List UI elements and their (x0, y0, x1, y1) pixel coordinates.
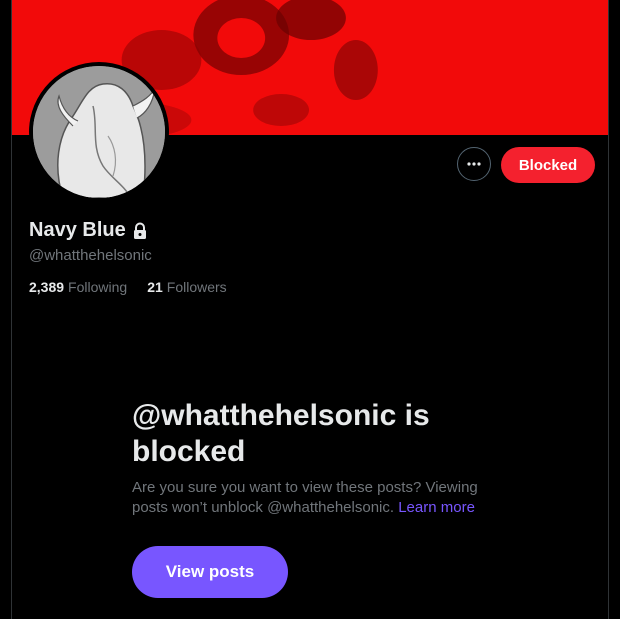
profile-stats: 2,389 Following 21 Followers (29, 279, 227, 295)
view-posts-label: View posts (165, 562, 255, 581)
blocked-button[interactable]: Blocked (501, 147, 595, 183)
display-name: Navy Blue (29, 219, 126, 241)
blocked-description: Are you sure you want to view these post… (132, 478, 502, 518)
following-label: Following (68, 279, 128, 295)
following-count: 2,389 (29, 279, 65, 295)
more-options-button[interactable] (457, 147, 491, 181)
lock-icon (133, 222, 146, 239)
blocked-button-label: Blocked (518, 156, 578, 174)
view-posts-button[interactable]: View posts (132, 546, 288, 598)
blocked-title: @whatthehelsonic is blocked (132, 399, 430, 468)
profile-column: Blocked Navy Blue @whatthehelsonic 2,389… (11, 0, 609, 619)
profile-handle: @whatthehelsonic (29, 247, 152, 264)
followers-label: Followers (166, 279, 227, 295)
more-horizontal-icon (467, 162, 481, 166)
avatar[interactable] (29, 62, 169, 202)
following-stat[interactable]: 2,389 Following (29, 279, 127, 295)
profile-name-row: Navy Blue (29, 219, 148, 242)
avatar-image (33, 66, 165, 198)
learn-more-link[interactable]: Learn more (398, 499, 475, 516)
followers-count: 21 (147, 279, 163, 295)
followers-stat[interactable]: 21 Followers (147, 279, 226, 295)
